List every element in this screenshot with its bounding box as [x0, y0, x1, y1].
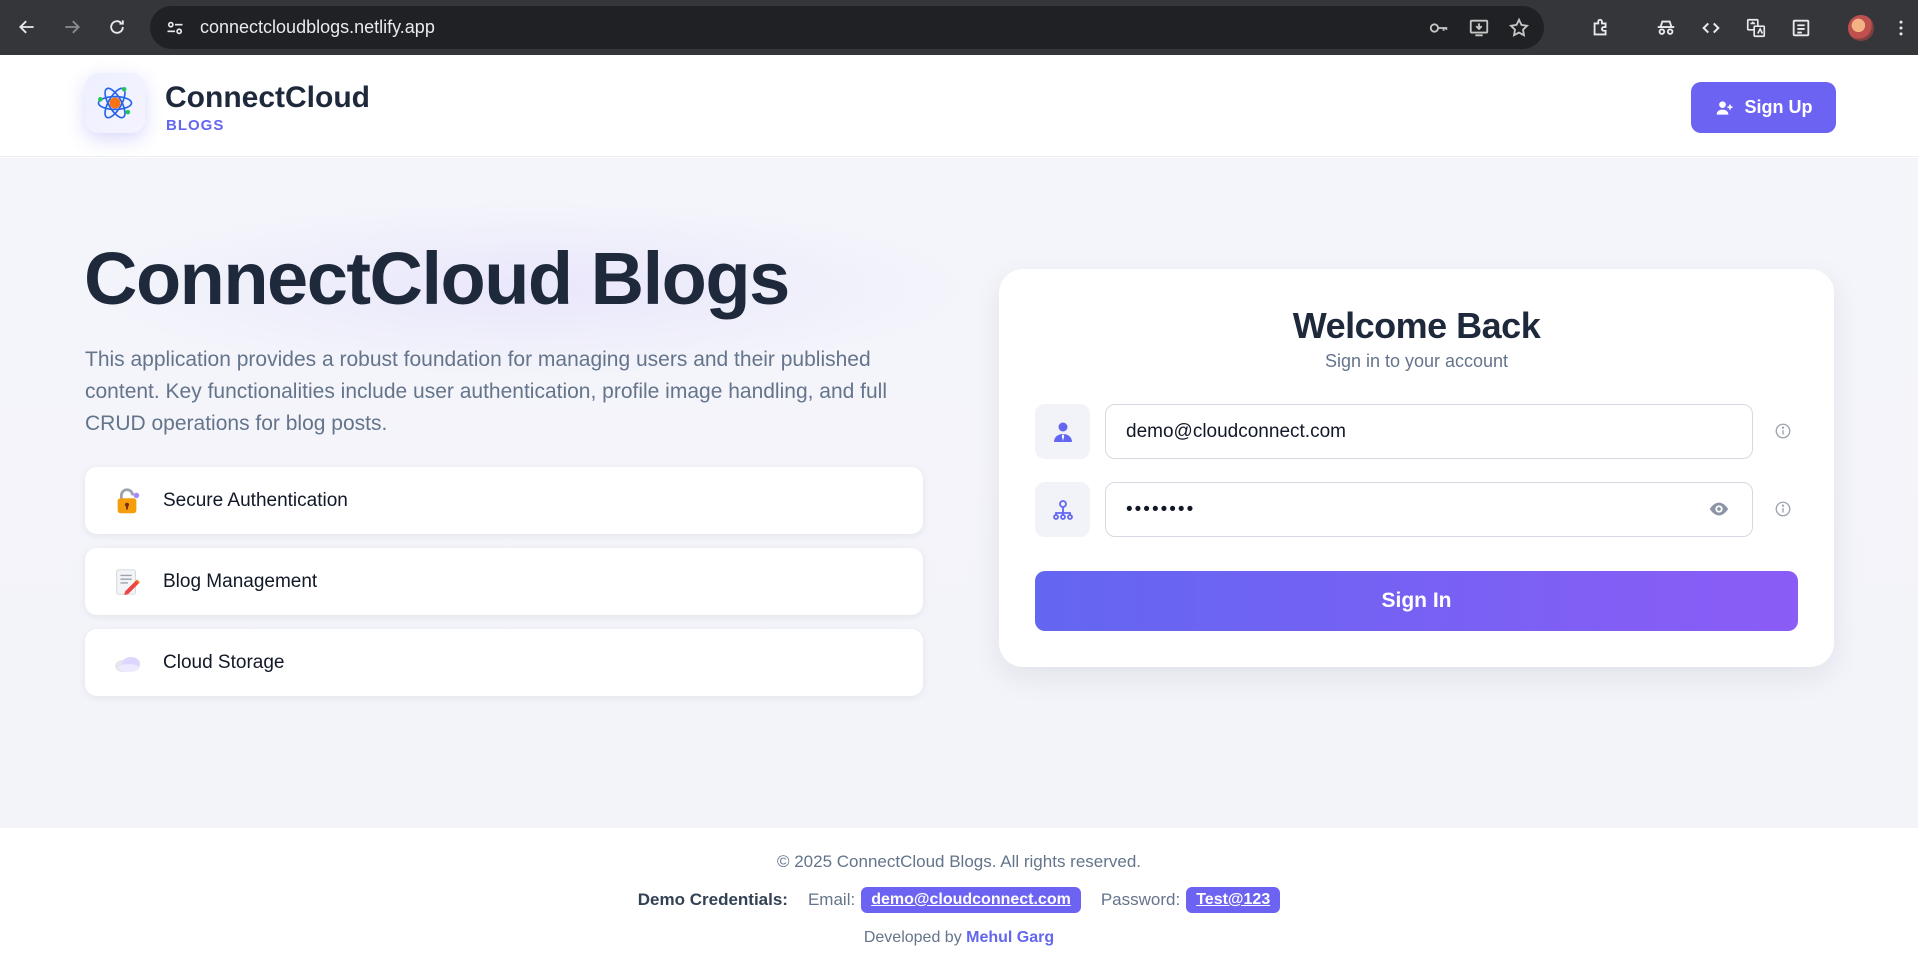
info-icon[interactable] [1774, 500, 1792, 518]
copyright-text: © 2025 ConnectCloud Blogs. All rights re… [776, 852, 1142, 871]
demo-credentials-label: Demo Credentials: [637, 890, 788, 909]
developer-credit: Developed by Mehul Garg [0, 929, 1918, 947]
info-icon[interactable] [1774, 422, 1792, 440]
extensions-icon[interactable] [1578, 0, 1623, 55]
forward-button[interactable] [52, 7, 92, 47]
brand-logo[interactable] [85, 73, 145, 133]
browser-toolbar: connectcloudblogs.netlify.app [0, 0, 1918, 55]
reload-button[interactable] [97, 7, 137, 47]
key-icon[interactable] [1428, 17, 1450, 39]
sign-up-button[interactable]: Sign Up [1691, 82, 1836, 133]
password-key: Password: [1100, 890, 1181, 909]
install-app-icon[interactable] [1468, 17, 1490, 39]
author-link[interactable]: Mehul Garg [966, 929, 1054, 946]
app-header: ConnectCloud BLOGS Sign Up [0, 55, 1918, 157]
sign-up-label: Sign Up [1744, 97, 1813, 117]
main-content: ConnectCloud Blogs This application prov… [0, 158, 1918, 828]
login-subtitle: Sign in to your account [1324, 351, 1509, 371]
user-network-icon [1052, 499, 1073, 520]
address-bar[interactable]: connectcloudblogs.netlify.app [150, 6, 1544, 49]
user-icon-box [1035, 404, 1090, 459]
brand-subtitle: BLOGS [166, 117, 225, 134]
password-field[interactable] [1105, 482, 1753, 537]
demo-password-link[interactable]: Test@123 [1186, 887, 1281, 913]
footer: © 2025 ConnectCloud Blogs. All rights re… [0, 828, 1918, 968]
feature-card-auth: Secure Authentication [85, 467, 923, 534]
url-text: connectcloudblogs.netlify.app [200, 17, 435, 37]
demo-credentials: Demo Credentials: Email: demo@cloudconne… [0, 887, 1918, 913]
atom-logo-icon [97, 86, 133, 119]
code-icon[interactable] [1688, 0, 1733, 55]
lock-icon [111, 485, 143, 517]
site-settings-icon[interactable] [164, 17, 186, 39]
translate-icon[interactable] [1733, 0, 1778, 55]
brand-name[interactable]: ConnectCloud [165, 81, 370, 115]
hero-description: This application provides a robust found… [85, 348, 888, 435]
bookmark-star-icon[interactable] [1508, 17, 1530, 39]
arrow-left-icon [19, 20, 34, 34]
login-title: Welcome Back [1292, 305, 1541, 346]
reload-icon [110, 20, 124, 34]
memo-icon [111, 566, 143, 598]
login-card: Welcome Back Sign in to your account Sig… [999, 269, 1834, 667]
profile-avatar[interactable] [1838, 0, 1883, 55]
feature-card-cloud: Cloud Storage [85, 629, 923, 696]
incognito-icon[interactable] [1643, 0, 1688, 55]
sign-in-button[interactable]: Sign In [1035, 571, 1798, 631]
user-tie-icon [1053, 422, 1072, 442]
demo-email-link[interactable]: demo@cloudconnect.com [861, 887, 1081, 913]
feature-card-blog: Blog Management [85, 548, 923, 615]
reading-list-icon[interactable] [1778, 0, 1823, 55]
cloud-icon [111, 647, 143, 679]
email-key: Email: [807, 890, 856, 909]
feature-label: Blog Management [163, 570, 318, 592]
email-field[interactable] [1105, 404, 1753, 459]
show-password-eye-icon[interactable] [1707, 497, 1731, 521]
avatar [1847, 14, 1874, 41]
user-plus-icon [1716, 100, 1732, 115]
menu-kebab-icon[interactable] [1883, 0, 1918, 55]
back-button[interactable] [7, 7, 47, 47]
developed-by-text: Developed by [863, 929, 962, 946]
feature-label: Secure Authentication [163, 489, 348, 511]
password-icon-box [1035, 482, 1090, 537]
feature-label: Cloud Storage [163, 651, 285, 673]
hero-title: ConnectCloud Blogs [84, 237, 790, 320]
arrow-right-icon [65, 20, 80, 34]
